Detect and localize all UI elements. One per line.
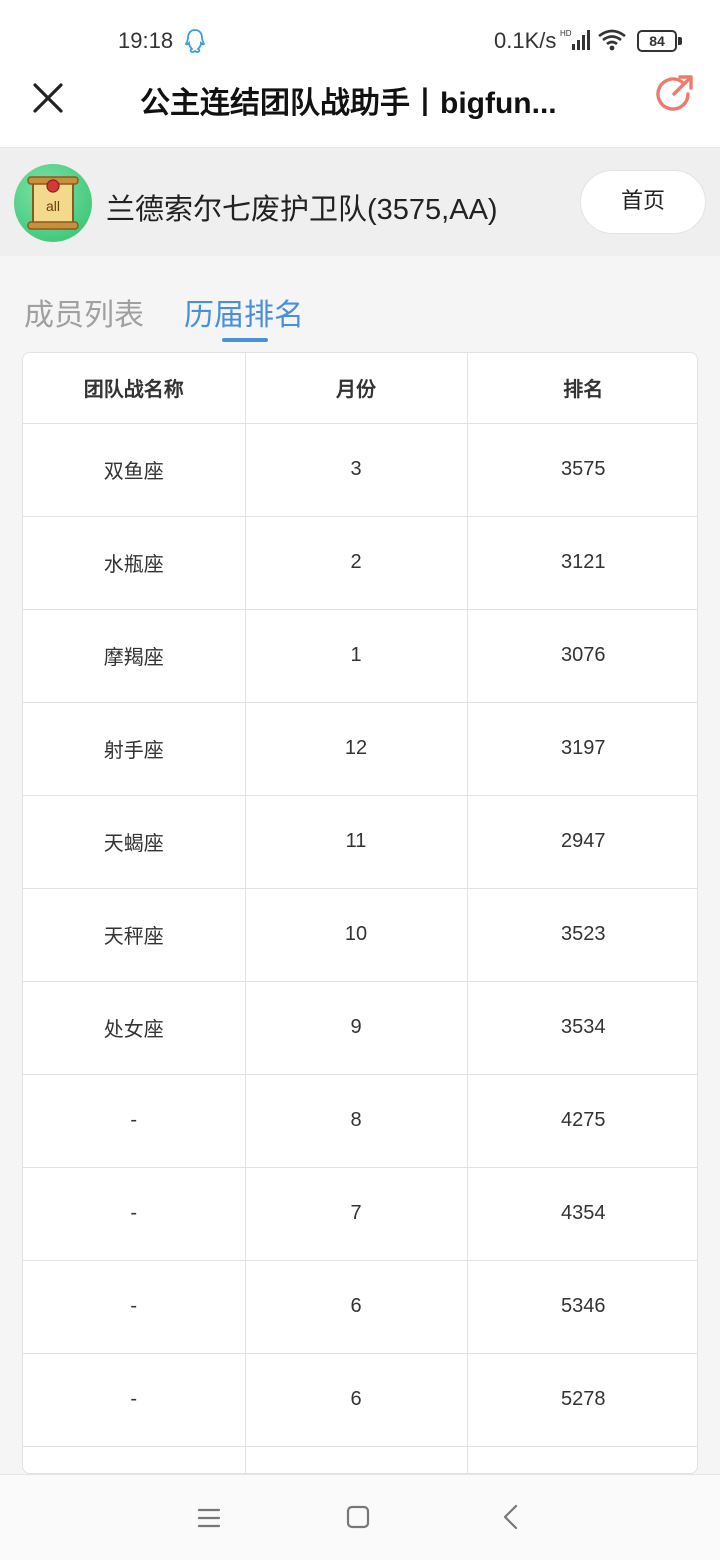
tab-bar: 成员列表 历届排名: [0, 256, 720, 352]
cell-rank: 3121: [467, 516, 697, 610]
status-time: 19:18: [118, 28, 174, 53]
system-nav-bar: [0, 1474, 720, 1560]
team-name: 兰德索尔七废护卫队(3575,AA): [106, 194, 498, 226]
table-header-row: 团队战名称 月份 排名: [23, 353, 697, 424]
tab-member-list[interactable]: 成员列表: [24, 290, 144, 334]
cell-month: 6: [245, 1353, 468, 1447]
battery-tip: [678, 37, 682, 45]
cell-battle-name: 双鱼座: [23, 423, 246, 517]
cell-rank: 4354: [467, 1167, 697, 1261]
table-row: 双鱼座 3 3575: [23, 423, 697, 517]
cell-battle-name: 射手座: [23, 702, 246, 796]
menu-icon[interactable]: [196, 1505, 222, 1531]
avatar-text: all: [46, 198, 60, 214]
cell-month: 8: [245, 1074, 468, 1168]
active-tab-indicator: [222, 338, 268, 342]
cell-rank: 2947: [467, 795, 697, 889]
table-row: - 6 5346: [23, 1260, 697, 1354]
signal-icon: HD: [560, 29, 590, 50]
cell-rank: 4275: [467, 1074, 697, 1168]
cell-battle-name: 水瓶座: [23, 516, 246, 610]
cell-rank: 3523: [467, 888, 697, 982]
page-title: 公主连结团队战助手丨bigfun...: [140, 87, 557, 120]
cell-month: 12: [245, 702, 468, 796]
table-row: 摩羯座 1 3076: [23, 609, 697, 703]
tab-rank-history[interactable]: 历届排名: [184, 290, 304, 334]
header-rank: 排名: [467, 353, 697, 424]
cell-battle-name: -: [23, 1260, 246, 1354]
header-month: 月份: [245, 353, 468, 424]
cell-month: 10: [245, 888, 468, 982]
cell-rank: 3197: [467, 702, 697, 796]
home-square-icon[interactable]: [345, 1504, 371, 1530]
table-row: 天蝎座 11 2947: [23, 795, 697, 889]
cell-rank: 5278: [467, 1353, 697, 1447]
cell-battle-name: 天秤座: [23, 888, 246, 982]
qq-icon: [184, 29, 206, 53]
status-bar: 19:18 0.1K/s HD 84: [0, 0, 720, 66]
cell-battle-name: -: [23, 1074, 246, 1168]
cell-month: 6: [245, 1260, 468, 1354]
title-bar: 公主连结团队战助手丨bigfun...: [0, 66, 720, 148]
avatar: all: [14, 164, 92, 242]
table-row: - 7 4354: [23, 1167, 697, 1261]
cell-rank: 3534: [467, 981, 697, 1075]
cell-battle-name: [23, 1446, 246, 1473]
share-icon[interactable]: [652, 72, 696, 116]
team-header: all 兰德索尔七废护卫队(3575,AA) 首页: [0, 148, 720, 256]
cell-month: 1: [245, 609, 468, 703]
cell-battle-name: 处女座: [23, 981, 246, 1075]
table-row: - 6 5278: [23, 1353, 697, 1447]
cell-rank: 5346: [467, 1260, 697, 1354]
table-row: 水瓶座 2 3121: [23, 516, 697, 610]
cell-rank: [467, 1446, 697, 1473]
scroll-icon: all: [27, 176, 79, 230]
cell-battle-name: 天蝎座: [23, 795, 246, 889]
cell-month: 7: [245, 1167, 468, 1261]
table-row: 处女座 9 3534: [23, 981, 697, 1075]
battery-level: 84: [637, 30, 677, 52]
header-battle-name: 团队战名称: [23, 353, 246, 424]
cell-battle-name: -: [23, 1167, 246, 1261]
table-row: - 8 4275: [23, 1074, 697, 1168]
cell-month: 3: [245, 423, 468, 517]
svg-text:HD: HD: [560, 29, 572, 38]
rank-table-container: 团队战名称 月份 排名 双鱼座 3 3575 水瓶座 2 3121 摩羯座 1 …: [22, 352, 698, 1474]
rank-table: 团队战名称 月份 排名 双鱼座 3 3575 水瓶座 2 3121 摩羯座 1 …: [23, 353, 697, 1473]
wifi-icon: [598, 29, 626, 51]
cell-month: 11: [245, 795, 468, 889]
table-row: 天秤座 10 3523: [23, 888, 697, 982]
close-icon[interactable]: [28, 78, 68, 118]
back-chevron-icon[interactable]: [498, 1503, 524, 1531]
cell-rank: 3076: [467, 609, 697, 703]
cell-month: [245, 1446, 468, 1473]
table-row: [23, 1446, 697, 1473]
table-row: 射手座 12 3197: [23, 702, 697, 796]
cell-battle-name: -: [23, 1353, 246, 1447]
cell-rank: 3575: [467, 423, 697, 517]
battery-icon: 84: [637, 30, 683, 52]
home-button[interactable]: 首页: [580, 170, 706, 234]
cell-month: 2: [245, 516, 468, 610]
cell-month: 9: [245, 981, 468, 1075]
network-speed: 0.1K/s: [494, 28, 557, 53]
cell-battle-name: 摩羯座: [23, 609, 246, 703]
